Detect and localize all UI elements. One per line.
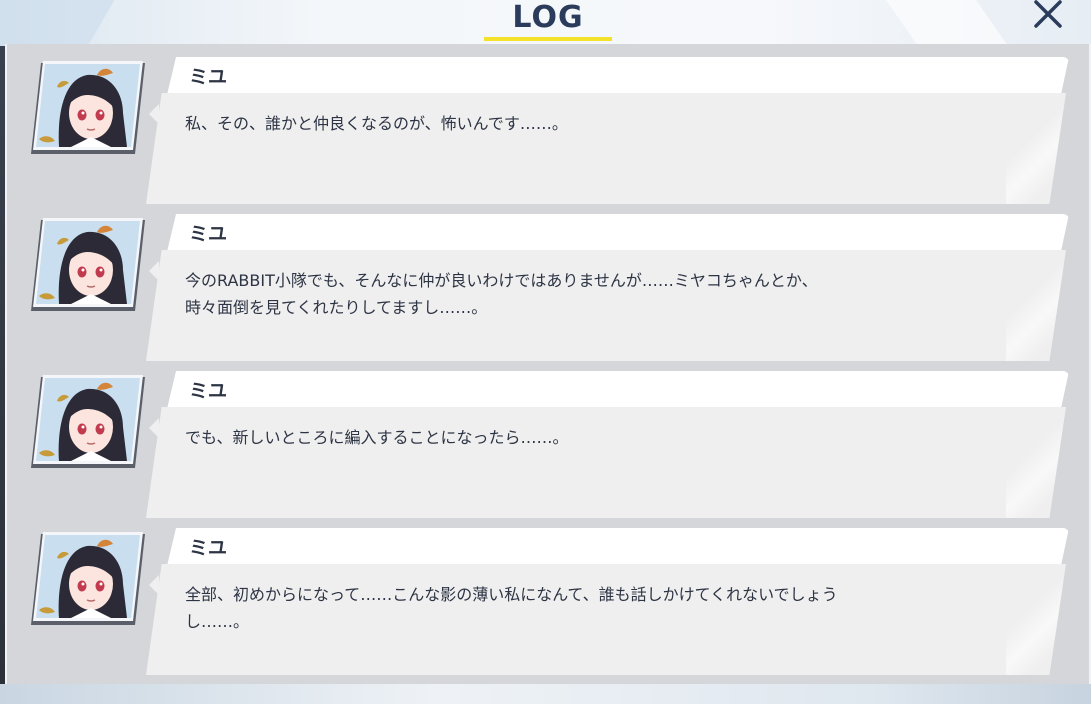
log-header: LOG bbox=[0, 0, 1091, 46]
bubble-shine bbox=[1006, 93, 1066, 204]
speaker-name: ミユ bbox=[189, 223, 228, 245]
title-underline bbox=[484, 37, 612, 41]
header-decoration bbox=[871, 0, 1019, 46]
dialogue-text: 全部、初めからになって……こんな影の薄い私になんて、誰も話しかけてくれないでしょ… bbox=[185, 585, 838, 631]
dialogue-text: 私、その、誰かと仲良くなるのが、怖いんです……。 bbox=[185, 114, 568, 133]
log-panel[interactable]: ミユ 私、その、誰かと仲良くなるのが、怖いんです……。 ミユ 今のRABBIT小… bbox=[5, 44, 1091, 698]
bubble-pointer bbox=[149, 418, 159, 438]
character-portrait-icon bbox=[31, 375, 145, 470]
dialogue-bubble: でも、新しいところに編入することになったら……。 bbox=[146, 407, 1066, 518]
bubble-pointer bbox=[149, 575, 159, 595]
log-entry: ミユ 全部、初めからになって……こんな影の薄い私になんて、誰も話しかけてくれない… bbox=[7, 515, 1089, 675]
character-portrait-icon bbox=[31, 218, 145, 313]
speaker-name-bar: ミユ bbox=[167, 528, 1069, 566]
bubble-pointer bbox=[149, 261, 159, 281]
dialogue-bubble: 私、その、誰かと仲良くなるのが、怖いんです……。 bbox=[146, 93, 1066, 204]
speaker-name-bar: ミユ bbox=[167, 57, 1069, 95]
dialogue-bubble: 今のRABBIT小隊でも、そんなに仲が良いわけではありませんが……ミヤコちゃんと… bbox=[146, 250, 1066, 361]
close-button[interactable] bbox=[1026, 0, 1070, 30]
dialogue-text: でも、新しいところに編入することになったら……。 bbox=[185, 428, 569, 447]
speaker-name-bar: ミユ bbox=[167, 371, 1069, 409]
dialogue-text: 今のRABBIT小隊でも、そんなに仲が良いわけではありませんが……ミヤコちゃんと… bbox=[185, 271, 818, 317]
panel-bottom-border bbox=[0, 684, 1091, 704]
character-portrait-icon bbox=[31, 532, 145, 627]
speaker-name-bar: ミユ bbox=[167, 214, 1069, 252]
speaker-name: ミユ bbox=[189, 66, 228, 88]
dialogue-bubble: 全部、初めからになって……こんな影の薄い私になんて、誰も話しかけてくれないでしょ… bbox=[146, 564, 1066, 675]
log-entry: ミユ 今のRABBIT小隊でも、そんなに仲が良いわけではありませんが……ミヤコち… bbox=[7, 201, 1089, 361]
speaker-name: ミユ bbox=[189, 380, 228, 402]
bubble-shine bbox=[1006, 250, 1066, 361]
character-portrait-icon bbox=[31, 61, 145, 156]
bubble-pointer bbox=[149, 104, 159, 124]
close-icon bbox=[1034, 0, 1062, 28]
header-decoration bbox=[0, 0, 121, 46]
bubble-shine bbox=[1006, 407, 1066, 518]
log-entry: ミユ でも、新しいところに編入することになったら……。 bbox=[7, 358, 1089, 518]
log-title: LOG bbox=[512, 0, 584, 35]
log-entry: ミユ 私、その、誰かと仲良くなるのが、怖いんです……。 bbox=[7, 44, 1089, 204]
speaker-name: ミユ bbox=[189, 537, 228, 559]
bubble-shine bbox=[1006, 564, 1066, 675]
